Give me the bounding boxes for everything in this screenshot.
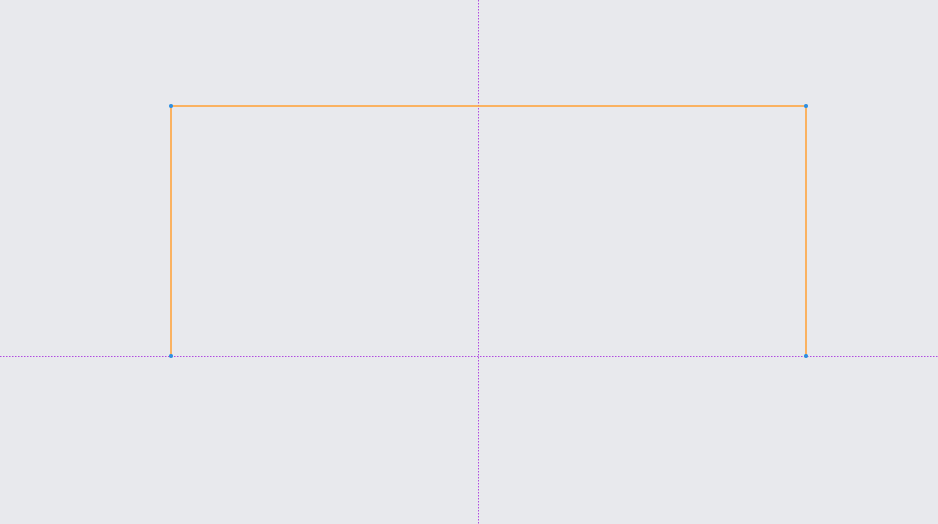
vertex-top-left[interactable] <box>169 104 173 108</box>
vertex-bottom-left[interactable] <box>169 354 173 358</box>
sketch-canvas[interactable] <box>0 0 938 524</box>
vertex-top-right[interactable] <box>804 104 808 108</box>
sketch-viewport[interactable] <box>0 0 938 524</box>
vertex-bottom-right[interactable] <box>804 354 808 358</box>
